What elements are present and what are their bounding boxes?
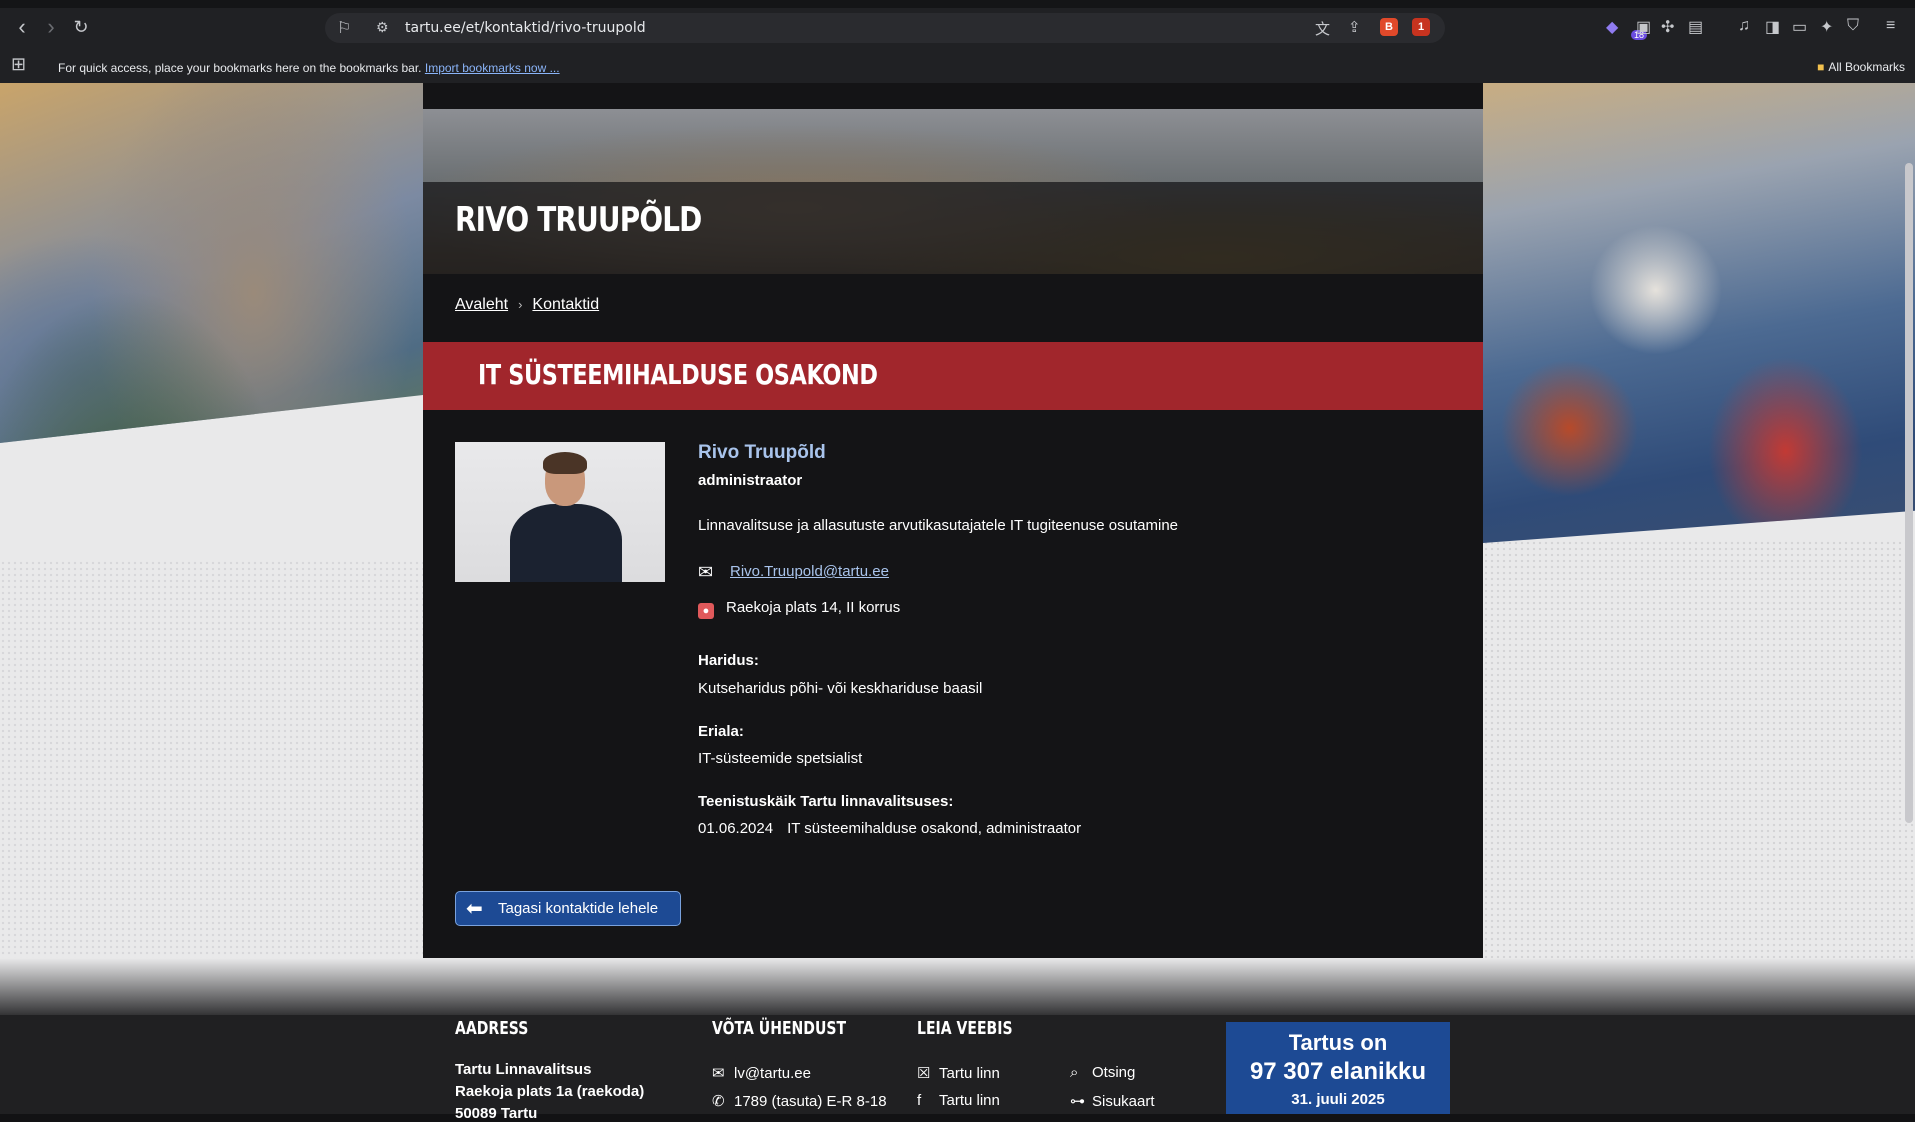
forward-nav-icon[interactable]: › [38,14,64,40]
share-icon[interactable]: ⇪ [1348,18,1361,36]
leo-ai-icon[interactable]: ✦ [1820,17,1833,37]
bookmarks-hint-text: For quick access, place your bookmarks h… [58,61,422,75]
halftone-pattern-right [1483,540,1915,980]
footer-web-heading: LEIA VEEBIS [917,1018,1013,1039]
footer-fade [0,958,1915,1018]
search-icon: ⌕ [1070,1064,1079,1081]
email-link[interactable]: Rivo.Truupold@tartu.ee [730,563,889,580]
brave-rewards-icon[interactable]: 1 [1412,18,1430,36]
population-box: Tartus on 97 307 elanikku 31. juuli 2025 [1226,1022,1450,1114]
bookmarks-bar: ⊞ For quick access, place your bookmarks… [0,52,1915,82]
browser-chrome: ‹ › ↻ ⚐ ⚙ tartu.ee/et/kontaktid/rivo-tru… [0,0,1915,84]
footer-facebook-link[interactable]: f Tartu linn [917,1092,1000,1109]
phone-icon: ✆ [712,1093,725,1110]
department-title: IT SÜSTEEMIHALDUSE OSAKOND [478,358,878,391]
folder-icon: ■ [1817,60,1825,74]
import-bookmarks-link[interactable]: Import bookmarks now ... [425,61,560,75]
population-count: 97 307 elanikku [1249,1058,1427,1085]
reload-icon[interactable]: ↻ [68,14,94,40]
footer-x-text: Tartu linn [939,1065,1000,1082]
tab-strip [0,0,1915,8]
top-strip [423,83,1483,109]
breadcrumb-separator-icon: › [518,297,523,312]
footer-phone[interactable]: ✆ 1789 (tasuta) E-R 8-18 [712,1092,887,1110]
menu-icon[interactable]: ≡ [1886,17,1895,35]
footer-address-heading: AADRESS [455,1018,529,1039]
person-photo [455,442,665,582]
bookmark-icon[interactable]: ⚐ [337,18,351,38]
address-text: Raekoja plats 14, II korrus [726,599,901,616]
person-description: Linnavalitsuse ja allasutuste arvutikasu… [698,517,1179,534]
footer-org-name: Tartu Linnavalitsus [455,1061,592,1078]
title-box: RIVO TRUUPÕLD [423,182,1483,275]
sitemap-icon: ⊶ [1070,1093,1085,1110]
education-label: Haridus: [698,652,759,669]
photo-hair-shape [543,452,587,474]
wallet-icon[interactable]: ▭ [1792,17,1807,37]
screenshot-icon[interactable]: ▤ [1688,17,1703,37]
footer-contact-heading: VÕTA ÜHENDUST [712,1018,847,1039]
population-date: 31. juuli 2025 [1291,1091,1385,1108]
all-bookmarks-button[interactable]: ■ All Bookmarks [1817,60,1905,74]
specialty-label: Eriala: [698,723,744,740]
education-value: Kutseharidus põhi- või keskhariduse baas… [698,680,983,697]
footer-email[interactable]: ✉ lv@tartu.ee [712,1064,811,1082]
footer-phone-text: 1789 (tasuta) E-R 8-18 [734,1093,887,1110]
all-bookmarks-label: All Bookmarks [1828,60,1905,74]
scrollbar-thumb[interactable] [1905,163,1913,823]
arrow-left-icon: ⬅ [466,898,483,920]
footer-search-link[interactable]: ⌕ Otsing [1070,1064,1135,1081]
back-nav-icon[interactable]: ‹ [9,14,35,40]
person-name: Rivo Truupõld [698,442,826,463]
envelope-icon: ✉ [698,562,714,582]
halftone-pattern-left [0,560,423,990]
facebook-icon: f [917,1092,922,1109]
breadcrumb-contacts[interactable]: Kontaktid [532,296,599,313]
vpn-icon[interactable]: ⛉ [1847,17,1859,35]
city-aerial-photo-right [1483,83,1915,543]
page-title: RIVO TRUUPÕLD [455,200,702,240]
main-content: RIVO TRUUPÕLD Avaleht › Kontaktid IT SÜSTE… [423,83,1483,958]
email-row: ✉ Rivo.Truupold@tartu.ee [698,562,889,583]
population-line1: Tartus on [1288,1030,1388,1055]
extension-badge-icon[interactable]: ◆ [1606,17,1618,37]
bookmarks-hint: For quick access, place your bookmarks h… [58,61,560,75]
person-role: administraator [698,472,803,489]
footer-facebook-text: Tartu linn [939,1092,1000,1109]
address-row: ● Raekoja plats 14, II korrus [698,599,900,619]
photo-body-shape [510,504,622,582]
media-icon[interactable]: ♫ [1738,17,1750,35]
x-social-icon: ☒ [917,1065,931,1082]
breadcrumb-home[interactable]: Avaleht [455,296,508,313]
footer-x-link[interactable]: ☒ Tartu linn [917,1064,1000,1082]
back-button-label: Tagasi kontaktide lehele [498,900,659,917]
site-settings-icon[interactable]: ⚙ [376,19,389,36]
location-pin-icon: ● [698,603,714,619]
footer-sitemap-text: Sisukaart [1092,1093,1155,1110]
url-text[interactable]: tartu.ee/et/kontaktid/rivo-truupold [405,20,646,36]
department-banner: IT SÜSTEEMIHALDUSE OSAKOND [423,342,1483,410]
brave-shield-icon[interactable]: B [1380,18,1398,36]
back-to-contacts-button[interactable]: ⬅ Tagasi kontaktide lehele [455,891,681,926]
footer-sitemap-link[interactable]: ⊶ Sisukaart [1070,1092,1155,1110]
footer-email-text: lv@tartu.ee [734,1065,811,1082]
sidebar-icon[interactable]: ◨ [1765,17,1780,37]
service-date: 01.06.2024 [698,820,774,837]
specialty-value: IT-süsteemide spetsialist [698,750,863,767]
service-position: IT süsteemihalduse osakond, administraat… [787,820,1082,837]
footer-address-line: Raekoja plats 1a (raekoda) [455,1083,645,1100]
breadcrumb: Avaleht › Kontaktid [455,296,599,314]
address-bar[interactable]: ⚐ ⚙ tartu.ee/et/kontaktid/rivo-truupold … [325,13,1445,43]
footer-search-text: Otsing [1092,1064,1136,1081]
service-value: 01.06.2024 IT süsteemihalduse osakond, ad… [698,820,1081,837]
translate-extension-icon[interactable]: ▣ [1636,17,1651,37]
translate-icon[interactable]: 文 [1315,18,1330,39]
envelope-icon: ✉ [712,1065,725,1082]
apps-grid-icon[interactable]: ⊞ [11,54,26,75]
breadcrumb-area: Avaleht › Kontaktid [423,274,1483,342]
service-label: Teenistuskäik Tartu linnavalitsuses: [698,793,954,810]
puzzle-extensions-icon[interactable]: ✣ [1661,17,1674,37]
